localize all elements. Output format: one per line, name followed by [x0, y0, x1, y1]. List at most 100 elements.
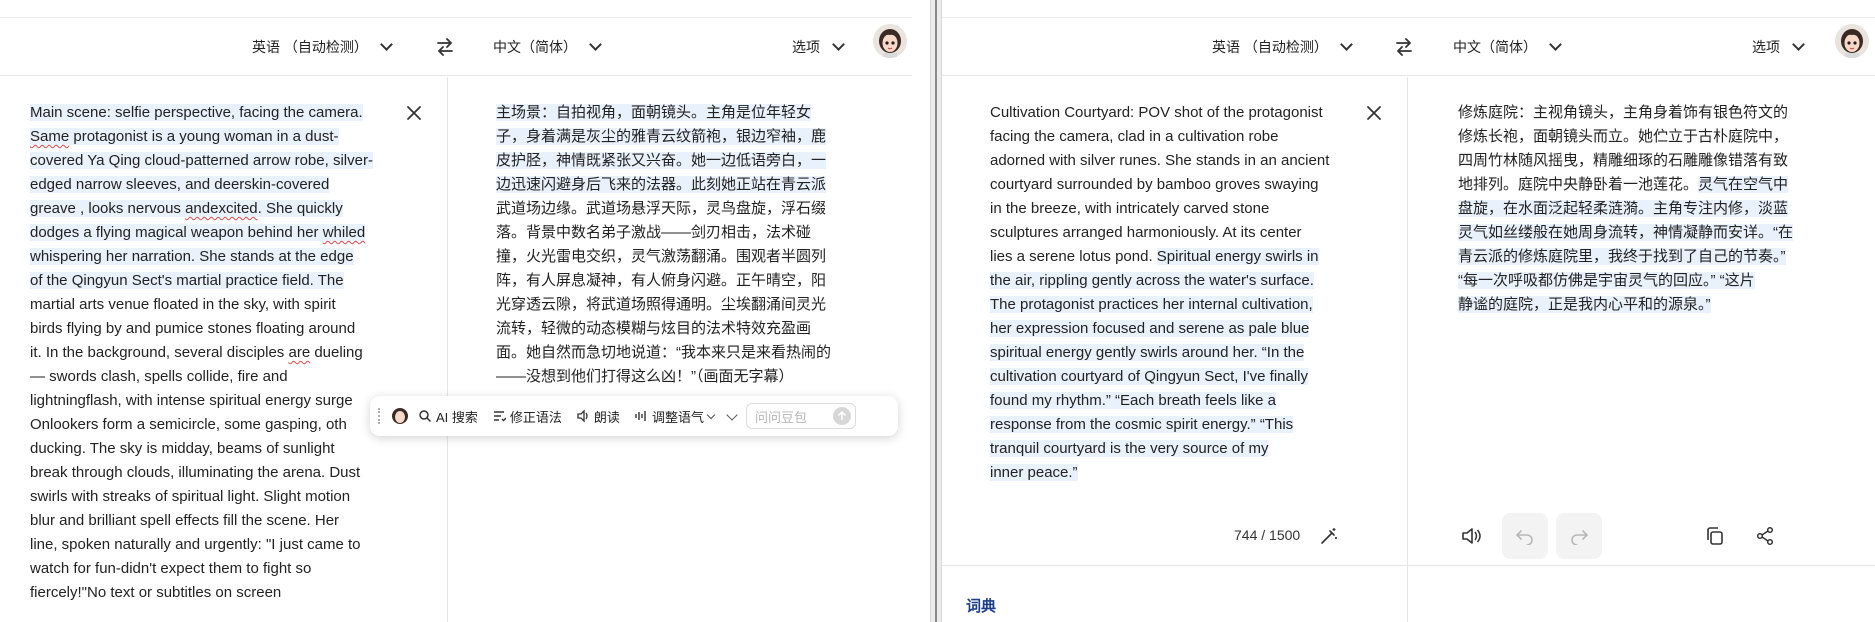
clear-text-button[interactable]	[1364, 103, 1384, 123]
text-line: break through clouds, illuminating the a…	[30, 461, 398, 485]
text-segment: Onlookers form a semicircle, some gaspin…	[30, 416, 347, 433]
options-dropdown[interactable]: 选项	[792, 32, 845, 62]
ask-doubao-input[interactable]: 问问豆包	[745, 403, 856, 429]
text-line: watch for fun-didn't expect them to figh…	[30, 557, 398, 581]
text-segment: tranquil courtyard is the very source of…	[990, 440, 1269, 457]
text-segment: spiritual energy gently swirls around he…	[990, 344, 1305, 361]
redo-icon	[1571, 530, 1589, 545]
avatar-icon	[873, 24, 907, 58]
text-segment: Spiritual energy swirls in	[1156, 248, 1319, 265]
text-segment: Main scene: selfie perspective, facing t…	[30, 104, 363, 121]
text-segment: birds flying by and pumice stones floati…	[30, 320, 356, 337]
target-language-dropdown[interactable]: 中文（简体）	[493, 32, 602, 62]
drag-handle[interactable]	[378, 408, 384, 424]
text-segment: her expression focused and serene as pal…	[990, 320, 1310, 337]
text-line: 子，身着满是灰尘的雅青云纹箭袍，银边窄袖，鹿	[496, 125, 831, 149]
text-segment: cultivation courtyard of Qingyun Sect, I…	[990, 368, 1309, 385]
more-options-button[interactable]	[726, 408, 738, 421]
text-line: adorned with silver runes. She stands in…	[990, 149, 1370, 173]
text-segment: watch for fun-didn't expect them to figh…	[30, 560, 312, 577]
misspelled-word[interactable]: Same	[30, 128, 70, 145]
speaker-icon	[577, 409, 588, 423]
read-aloud-button[interactable]: 朗读	[576, 407, 620, 426]
arrow-up-icon	[837, 411, 846, 420]
undo-icon	[1515, 530, 1533, 545]
text-segment: adorned with silver runes. She stands in…	[990, 152, 1330, 169]
text-line: cultivation courtyard of Qingyun Sect, I…	[990, 365, 1370, 389]
share-icon	[1756, 526, 1774, 546]
text-segment: blur and brilliant spell effects fill th…	[30, 512, 340, 529]
avatar[interactable]	[1835, 24, 1869, 58]
misspelled-word[interactable]: whiled	[322, 224, 366, 241]
options-label: 选项	[792, 39, 820, 55]
text-segment: Cultivation Courtyard: POV shot of the p…	[990, 104, 1323, 121]
send-button[interactable]	[832, 407, 851, 425]
text-segment: 阵，有人屏息凝神，有人俯身闪避。正午晴空，阳	[496, 272, 827, 289]
misspelled-word[interactable]: andexcited	[185, 200, 258, 217]
fix-grammar-button[interactable]: 修正语法	[492, 407, 562, 426]
text-line: 盘旋，在水面泛起轻柔涟漪。主角专注内修，淡蓝	[1458, 197, 1793, 221]
character-counter: 744 / 1500	[1234, 527, 1301, 543]
text-segment: 边迅速闪避身后飞来的法器。此刻她正站在青云派	[496, 176, 827, 193]
swap-languages-button[interactable]	[430, 32, 460, 62]
misspelled-word[interactable]: are	[288, 344, 310, 361]
text-line: edged narrow sleeves, and deerskin-cover…	[30, 173, 398, 197]
translation-pane: 修炼庭院：主视角镜头，主角身着饰有银色符文的 修炼长袍，面朝镜头而立。她伫立于古朴…	[1408, 77, 1875, 622]
options-dropdown[interactable]: 选项	[1752, 32, 1805, 62]
text-line: ——没想到他们打得这么凶！”（画面无字幕）	[496, 365, 831, 389]
chevron-down-icon	[589, 38, 602, 51]
swap-languages-button[interactable]	[1389, 32, 1419, 62]
source-language-dropdown[interactable]: 英语 （自动检测）	[252, 32, 393, 62]
source-text-area[interactable]: Main scene: selfie perspective, facing t…	[30, 101, 398, 605]
text-segment: facing the camera, clad in a cultivation…	[990, 128, 1279, 145]
adjust-tone-button[interactable]: 调整语气	[634, 407, 716, 426]
tone-wave-icon	[635, 411, 646, 421]
text-line: swirls with streaks of spiritual light. …	[30, 485, 398, 509]
text-segment: “每一次呼吸都仿佛是宇宙灵气的回应。” “这片	[1458, 272, 1755, 289]
text-segment: 青云派的修炼庭院里，我终于找到了自己的节奏。”	[1458, 248, 1786, 265]
text-segment: fiercely!"No text or subtitles on screen	[30, 584, 282, 601]
source-language-label: 英语 （自动检测）	[1212, 39, 1328, 55]
clear-text-button[interactable]	[404, 103, 424, 123]
text-line: sculptures arranged harmoniously. At its…	[990, 221, 1370, 245]
text-segment: 地排列。庭院中央静卧着一池莲花。	[1458, 176, 1699, 193]
text-segment: The protagonist practices her internal c…	[990, 296, 1313, 313]
text-line: Onlookers form a semicircle, some gaspin…	[30, 413, 398, 437]
text-segment: ——没想到他们打得这么凶！”（画面无字幕）	[496, 368, 794, 385]
avatar[interactable]	[873, 24, 907, 58]
ai-search-button[interactable]: AI 搜索	[418, 407, 478, 426]
text-segment: in the breeze, with intricately carved s…	[990, 200, 1270, 217]
text-line: 灵气如丝缕般在她周身流转，神情凝静而安详。“在	[1458, 221, 1793, 245]
text-line: greave , looks nervous andexcited. She q…	[30, 197, 398, 221]
grammar-icon	[493, 411, 506, 422]
share-button[interactable]	[1742, 513, 1788, 559]
ai-polish-button[interactable]	[1306, 513, 1352, 559]
text-segment: line, spoken naturally and urgently: "I …	[30, 536, 361, 553]
text-line: 武道场边缘。武道场悬浮天际，灵鸟盘旋，浮石缀	[496, 197, 831, 221]
dictionary-label[interactable]: 词典	[966, 595, 996, 616]
target-language-dropdown[interactable]: 中文（简体）	[1453, 32, 1562, 62]
text-line: Main scene: selfie perspective, facing t…	[30, 101, 398, 125]
redo-button[interactable]	[1556, 513, 1602, 559]
text-line: covered Ya Qing cloud-patterned arrow ro…	[30, 149, 398, 173]
text-segment: 武道场边缘。武道场悬浮天际，灵鸟盘旋，浮石缀	[496, 200, 827, 217]
source-text-pane: Main scene: selfie perspective, facing t…	[0, 77, 448, 622]
undo-button[interactable]	[1502, 513, 1548, 559]
text-line: 主场景：自拍视角，面朝镜头。主角是位年轻女	[496, 101, 831, 125]
text-segment: dueling	[310, 344, 363, 361]
text-line: courtyard surrounded by bamboo groves sw…	[990, 173, 1370, 197]
copy-button[interactable]	[1692, 513, 1738, 559]
target-language-label: 中文（简体）	[493, 39, 577, 55]
read-aloud-button[interactable]	[1448, 513, 1494, 559]
doubao-icon	[392, 408, 408, 424]
text-segment: 灵气如丝缕般在她周身流转，神情凝静而安详。“在	[1458, 224, 1793, 241]
text-line: 阵，有人屏息凝神，有人俯身闪避。正午晴空，阳	[496, 269, 831, 293]
right-translator-window: 英语 （自动检测） 中文（简体） 选项 Cultivation Courtyar…	[942, 0, 1875, 622]
source-text-area[interactable]: Cultivation Courtyard: POV shot of the p…	[990, 101, 1370, 485]
read-aloud-label: 朗读	[593, 409, 620, 425]
text-line: 四周竹林随风摇曳，精雕细琢的石雕雕像错落有致	[1458, 149, 1793, 173]
chevron-down-icon	[706, 410, 716, 419]
source-language-dropdown[interactable]: 英语 （自动检测）	[1212, 32, 1353, 62]
text-line: lies a serene lotus pond. Spiritual ener…	[990, 245, 1370, 269]
text-line: inner peace.”	[990, 461, 1370, 485]
